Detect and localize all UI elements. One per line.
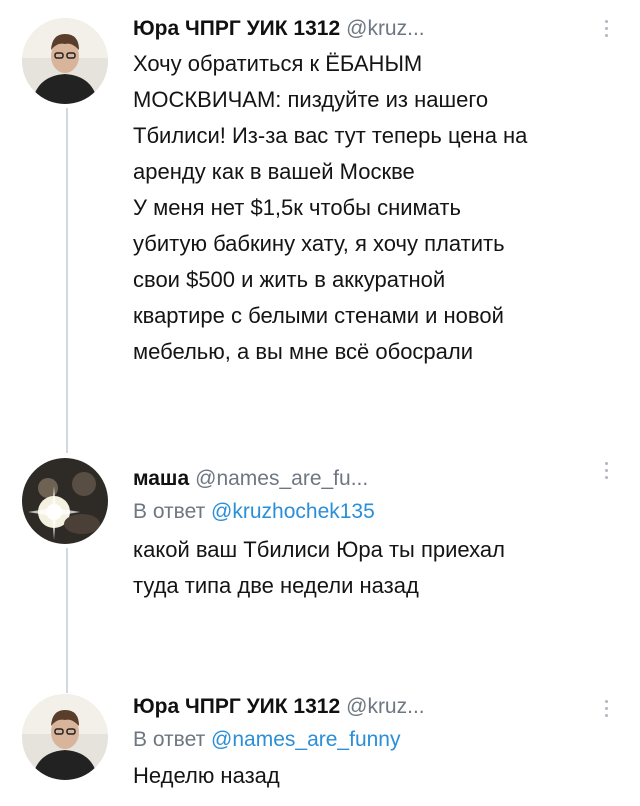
avatar[interactable] xyxy=(22,458,108,544)
reply-handle-link[interactable]: @kruzhochek135 xyxy=(211,500,375,523)
author-name[interactable]: Юра ЧПРГ УИК 1312 xyxy=(133,17,340,40)
tweet[interactable]: маша @names_are_fu... В ответ @kruzhochek… xyxy=(0,450,640,675)
more-vertical-icon[interactable] xyxy=(602,462,610,483)
tweet[interactable]: Юра ЧПРГ УИК 1312 @kruz... В ответ @names… xyxy=(0,690,640,806)
tweet[interactable]: Юра ЧПРГ УИК 1312 @kruz... Хочу обратитьс… xyxy=(0,0,640,450)
avatar[interactable] xyxy=(22,18,108,104)
more-vertical-icon[interactable] xyxy=(602,700,610,721)
reply-prefix: В ответ xyxy=(133,500,206,523)
tweet-text: Неделю назад xyxy=(133,763,280,788)
avatar[interactable] xyxy=(22,694,108,780)
more-vertical-icon[interactable] xyxy=(602,20,610,41)
tweet-header: маша @names_are_fu... xyxy=(133,466,600,492)
tweet-header: Юра ЧПРГ УИК 1312 @kruz... xyxy=(133,16,600,42)
avatar-icon xyxy=(22,694,108,780)
tweet-text: Хочу обратиться к ЁБАНЫМ МОСКВИЧАМ: пизд… xyxy=(133,51,528,364)
author-handle[interactable]: @names_are_fu... xyxy=(195,467,368,490)
reply-handle-link[interactable]: @names_are_funny xyxy=(211,728,400,751)
tweet-text: какой ваш Тбилиси Юра ты приехал туда ти… xyxy=(133,537,505,598)
author-name[interactable]: маша xyxy=(133,467,189,490)
tweet-header: Юра ЧПРГ УИК 1312 @kruz... xyxy=(133,694,600,720)
reply-to: В ответ @names_are_funny xyxy=(133,726,600,754)
reply-to: В ответ @kruzhochek135 xyxy=(133,498,600,526)
author-handle[interactable]: @kruz... xyxy=(346,695,425,718)
author-handle[interactable]: @kruz... xyxy=(346,17,425,40)
avatar-icon xyxy=(22,18,108,104)
reply-prefix: В ответ xyxy=(133,728,206,751)
avatar-icon xyxy=(22,458,108,544)
author-name[interactable]: Юра ЧПРГ УИК 1312 xyxy=(133,695,340,718)
